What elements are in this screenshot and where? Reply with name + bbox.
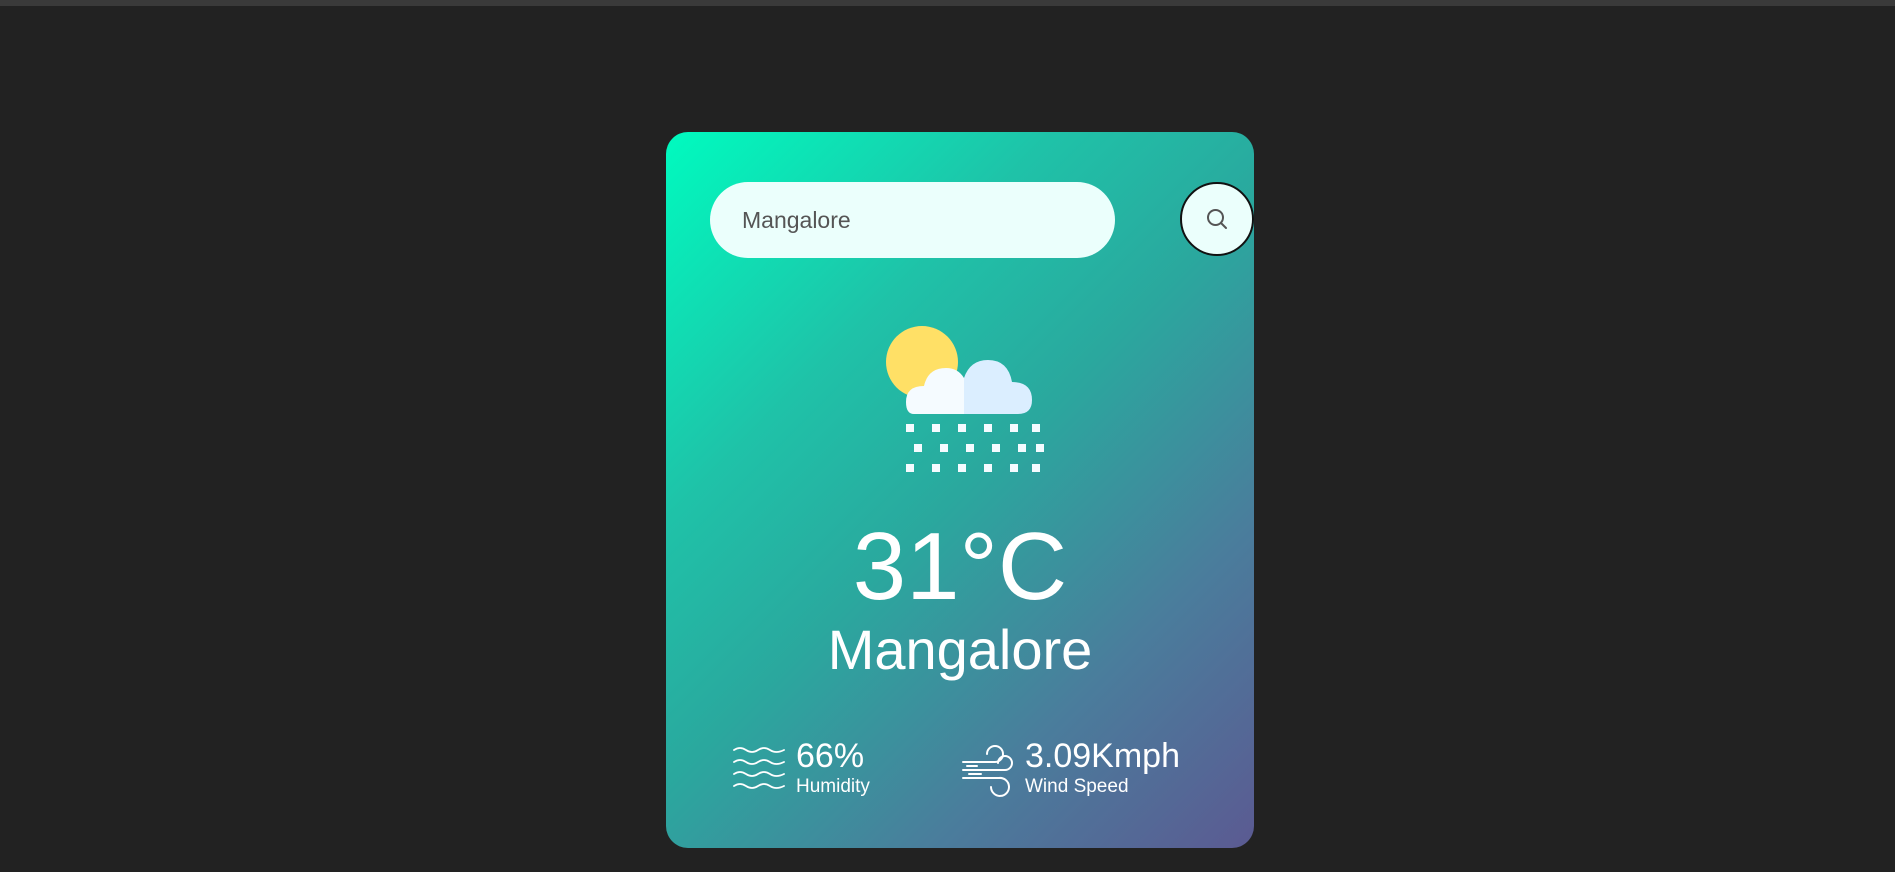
weather-card: 31°C Mangalore 66% Humidity [666,132,1254,848]
snow-cloud-sun-icon [886,326,1044,472]
humidity-waves-icon [733,747,785,789]
wind-texts: 3.09Kmph Wind Speed [1025,736,1180,798]
wind-value: 3.09Kmph [1025,737,1180,775]
search-row [710,182,1254,258]
city-name: Mangalore [827,618,1093,681]
city-search-input[interactable] [710,182,1115,258]
search-button[interactable] [1180,182,1254,256]
humidity-detail: 66% Humidity [732,736,870,800]
wind-detail: 3.09Kmph Wind Speed [961,736,1180,800]
window-top-bar [0,0,1895,6]
temperature-readout: 31°C [852,513,1068,620]
wind-icon [962,745,1013,797]
wind-label: Wind Speed [1025,776,1129,797]
humidity-value: 66% [796,737,865,775]
search-icon [1207,209,1227,229]
humidity-label: Humidity [796,776,870,797]
humidity-texts: 66% Humidity [796,736,870,798]
